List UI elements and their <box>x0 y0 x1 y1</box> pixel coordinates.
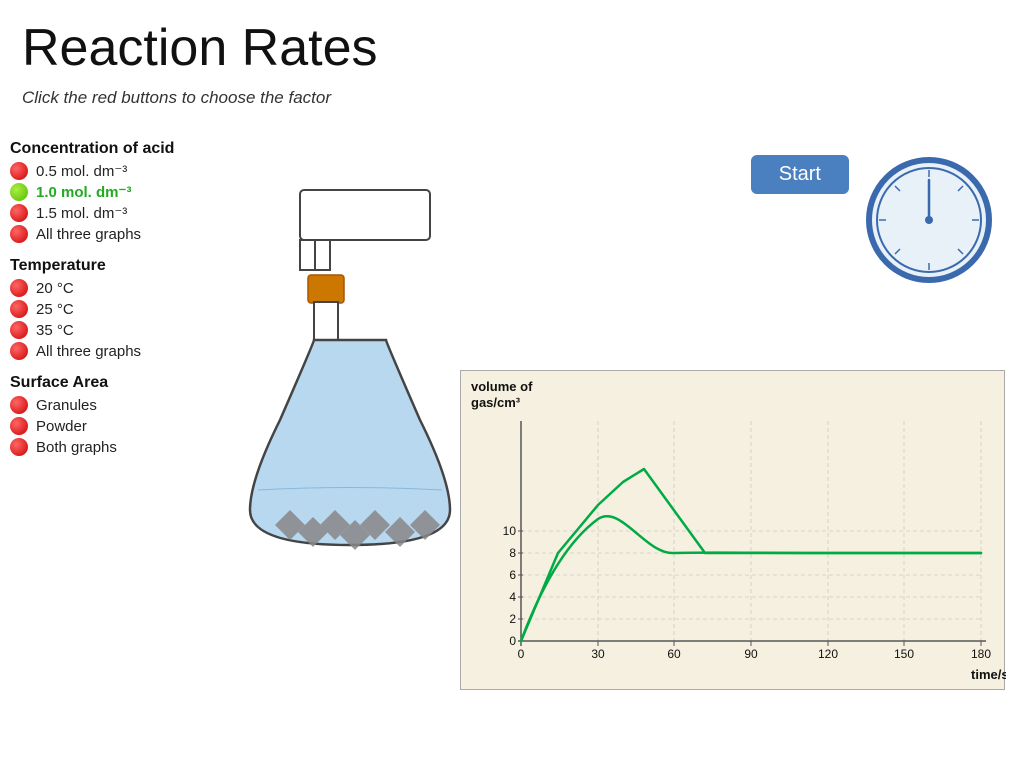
svg-text:gas/cm³: gas/cm³ <box>471 395 521 410</box>
svg-text:150: 150 <box>894 647 914 661</box>
start-button[interactable]: Start <box>751 155 849 194</box>
option-label-conc-15: 1.5 mol. dm⁻³ <box>36 204 127 222</box>
option-label-surf-both: Both graphs <box>36 439 117 456</box>
radio-temp-35[interactable] <box>10 321 28 339</box>
option-surf-pow[interactable]: Powder <box>10 417 250 435</box>
option-conc-all[interactable]: All three graphs <box>10 225 250 243</box>
svg-text:90: 90 <box>744 647 758 661</box>
concentration-label: Concentration of acid <box>10 140 250 158</box>
option-label-temp-20: 20 °C <box>36 280 74 297</box>
radio-surf-pow[interactable] <box>10 417 28 435</box>
option-conc-10[interactable]: 1.0 mol. dm⁻³ <box>10 183 250 201</box>
svg-text:2: 2 <box>509 612 516 626</box>
radio-temp-all[interactable] <box>10 342 28 360</box>
svg-text:time/s: time/s <box>971 667 1006 682</box>
radio-conc-all[interactable] <box>10 225 28 243</box>
svg-text:10: 10 <box>503 524 517 538</box>
section-concentration: Concentration of acid 0.5 mol. dm⁻³ 1.0 … <box>10 140 250 243</box>
svg-text:8: 8 <box>509 546 516 560</box>
surface-label: Surface Area <box>10 374 250 392</box>
option-surf-both[interactable]: Both graphs <box>10 438 250 456</box>
radio-conc-10[interactable] <box>10 183 28 201</box>
option-temp-25[interactable]: 25 °C <box>10 300 250 318</box>
radio-temp-20[interactable] <box>10 279 28 297</box>
left-panel: Concentration of acid 0.5 mol. dm⁻³ 1.0 … <box>10 130 250 459</box>
radio-surf-gran[interactable] <box>10 396 28 414</box>
svg-text:volume of: volume of <box>471 379 533 394</box>
option-label-surf-pow: Powder <box>36 418 87 435</box>
option-label-conc-05: 0.5 mol. dm⁻³ <box>36 162 127 180</box>
section-temperature: Temperature 20 °C 25 °C 35 °C All three … <box>10 257 250 360</box>
option-temp-all[interactable]: All three graphs <box>10 342 250 360</box>
clock-display <box>864 155 994 285</box>
radio-temp-25[interactable] <box>10 300 28 318</box>
svg-text:30: 30 <box>591 647 605 661</box>
option-temp-35[interactable]: 35 °C <box>10 321 250 339</box>
svg-text:180: 180 <box>971 647 991 661</box>
svg-text:60: 60 <box>667 647 681 661</box>
svg-text:120: 120 <box>818 647 838 661</box>
page-title: Reaction Rates <box>22 18 378 78</box>
subtitle: Click the red buttons to choose the fact… <box>22 88 331 108</box>
option-surf-gran[interactable]: Granules <box>10 396 250 414</box>
graph-area: volume of gas/cm³ <box>460 370 1005 690</box>
option-label-temp-all: All three graphs <box>36 343 141 360</box>
option-label-temp-25: 25 °C <box>36 301 74 318</box>
flask-illustration <box>240 180 460 560</box>
svg-text:6: 6 <box>509 568 516 582</box>
option-label-surf-gran: Granules <box>36 397 97 414</box>
svg-text:0: 0 <box>509 634 516 648</box>
svg-text:0: 0 <box>518 647 525 661</box>
option-temp-20[interactable]: 20 °C <box>10 279 250 297</box>
option-label-temp-35: 35 °C <box>36 322 74 339</box>
temperature-label: Temperature <box>10 257 250 275</box>
section-surface: Surface Area Granules Powder Both graphs <box>10 374 250 456</box>
option-conc-05[interactable]: 0.5 mol. dm⁻³ <box>10 162 250 180</box>
option-conc-15[interactable]: 1.5 mol. dm⁻³ <box>10 204 250 222</box>
svg-text:4: 4 <box>509 590 516 604</box>
option-label-conc-10: 1.0 mol. dm⁻³ <box>36 183 131 201</box>
option-label-conc-all: All three graphs <box>36 226 141 243</box>
radio-surf-both[interactable] <box>10 438 28 456</box>
radio-conc-05[interactable] <box>10 162 28 180</box>
radio-conc-15[interactable] <box>10 204 28 222</box>
